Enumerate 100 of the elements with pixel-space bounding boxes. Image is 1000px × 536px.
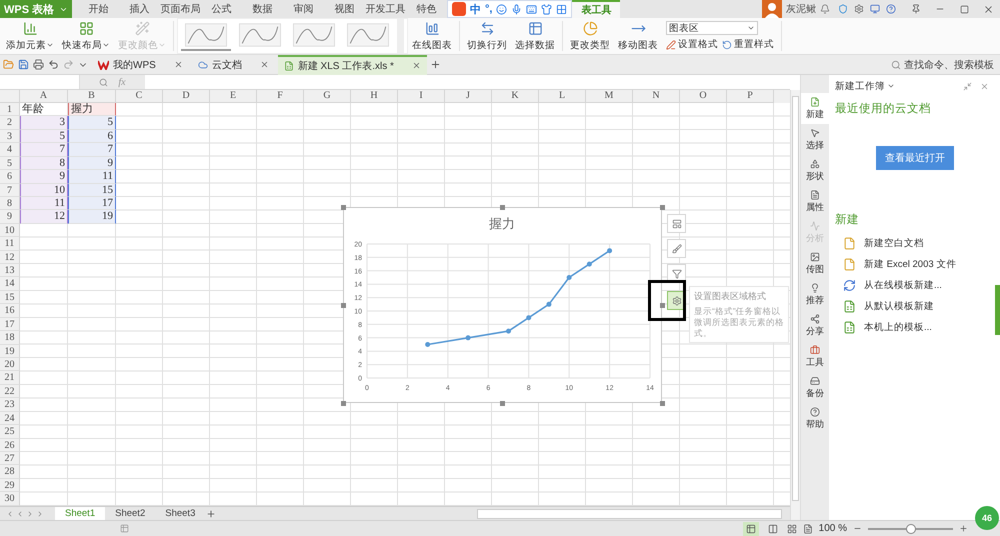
row-header[interactable]: 28	[0, 465, 20, 479]
row-header[interactable]: 14	[0, 277, 20, 291]
undo-icon[interactable]	[47, 58, 59, 70]
side-nav-item[interactable]: 新建	[801, 93, 829, 124]
document-tab[interactable]: 新建 XLS 工作表.xls *	[278, 54, 427, 74]
column-header[interactable]: K	[492, 90, 539, 103]
recent-files-button[interactable]: 查看最近打开	[876, 146, 954, 170]
new-document-link[interactable]: 新建 Excel 2003 文件	[843, 256, 995, 272]
column-header[interactable]: H	[351, 90, 398, 103]
zoom-slider-thumb[interactable]	[906, 524, 916, 534]
menu-tab[interactable]: 公式	[201, 0, 242, 18]
document-tab[interactable]: 云文档	[192, 54, 275, 74]
new-document-link[interactable]: 从在线模板新建...	[843, 277, 995, 293]
side-nav-item[interactable]: 传图	[801, 248, 829, 279]
row-header[interactable]: 6	[0, 170, 20, 184]
sheet-tab[interactable]: Sheet3	[155, 506, 206, 520]
menu-tab[interactable]: 审阅	[283, 0, 324, 18]
side-nav-item[interactable]: 帮助	[801, 403, 829, 434]
chart-style-thumbnail[interactable]	[181, 21, 231, 51]
input-method-toolbar[interactable]: 中 °,	[447, 0, 572, 18]
collapse-handle[interactable]	[995, 285, 1000, 335]
row-header[interactable]: 25	[0, 425, 20, 439]
ribbon-button[interactable]: 在线图表	[408, 18, 456, 54]
row-header[interactable]: 26	[0, 438, 20, 452]
column-header[interactable]: J	[445, 90, 492, 103]
menu-tab[interactable]: 数据	[242, 0, 283, 18]
close-icon[interactable]	[412, 61, 421, 70]
menu-tab[interactable]: 开发工具	[365, 0, 406, 18]
side-nav-item[interactable]: 推荐	[801, 279, 829, 310]
row-header[interactable]: 15	[0, 290, 20, 304]
row-header[interactable]: 7	[0, 184, 20, 197]
menu-tab[interactable]: 视图	[324, 0, 365, 18]
zoom-icon[interactable]	[99, 78, 108, 86]
resize-handle[interactable]	[660, 204, 664, 210]
column-header[interactable]: P	[727, 90, 774, 103]
formula-input[interactable]	[145, 75, 790, 89]
ribbon-button[interactable]: 设置格式	[666, 38, 718, 51]
row-header[interactable]: 5	[0, 156, 20, 170]
row-header[interactable]: 21	[0, 371, 20, 385]
row-header[interactable]: 29	[0, 478, 20, 492]
resize-handle[interactable]	[660, 302, 664, 308]
save-icon[interactable]	[17, 58, 29, 70]
ribbon-button[interactable]: 快速布局	[58, 18, 114, 54]
row-header[interactable]: 27	[0, 452, 20, 466]
avatar[interactable]	[762, 0, 782, 18]
row-header[interactable]: 18	[0, 331, 20, 345]
sheet-tab[interactable]: Sheet1	[55, 506, 106, 520]
column-header[interactable]: D	[163, 90, 210, 103]
ribbon-button[interactable]: 移动图表	[614, 18, 662, 54]
column-header[interactable]: B	[68, 90, 116, 103]
chart-element-select[interactable]: 图表区	[666, 21, 758, 35]
row-header[interactable]: 16	[0, 304, 20, 318]
printer-icon[interactable]	[32, 58, 44, 70]
column-header[interactable]: N	[633, 90, 680, 103]
new-document-link[interactable]: 新建空白文档	[843, 235, 995, 251]
document-tab[interactable]: 我的WPS	[92, 54, 189, 74]
column-header[interactable]: E	[210, 90, 257, 103]
add-tab-icon[interactable]	[430, 58, 442, 70]
row-header[interactable]: 23	[0, 398, 20, 412]
side-nav-item[interactable]: 备份	[801, 372, 829, 403]
column-header[interactable]: A	[20, 90, 68, 103]
row-header[interactable]: 12	[0, 250, 20, 264]
ribbon-button[interactable]: 更改类型	[566, 18, 614, 54]
row-header[interactable]: 24	[0, 412, 20, 426]
resize-handle[interactable]	[660, 400, 664, 406]
new-document-link[interactable]: 本机上的模板...	[843, 319, 995, 335]
resize-handle[interactable]	[500, 204, 505, 210]
view-button[interactable]	[742, 522, 759, 536]
user-name[interactable]: 灰泥鳅	[786, 2, 816, 16]
side-nav-item[interactable]: 分享	[801, 310, 829, 341]
row-header[interactable]: 4	[0, 143, 20, 157]
side-nav-item[interactable]: 选择	[801, 124, 829, 155]
row-header[interactable]: 30	[0, 492, 20, 506]
resize-handle[interactable]	[340, 204, 346, 210]
row-header[interactable]: 8	[0, 196, 20, 210]
new-document-link[interactable]: 从默认模板新建	[843, 298, 995, 314]
punctuation-mode[interactable]: °,	[485, 3, 492, 15]
row-header[interactable]: 9	[0, 210, 20, 224]
row-header[interactable]: 11	[0, 237, 20, 251]
menu-tab[interactable]: 特色	[406, 0, 447, 18]
ribbon-button[interactable]: 重置样式	[722, 38, 774, 51]
row-header[interactable]: 2	[0, 116, 20, 130]
row-header[interactable]: 22	[0, 384, 20, 398]
ribbon-button[interactable]: 选择数据	[511, 18, 559, 54]
resize-handle[interactable]	[340, 400, 346, 406]
row-header[interactable]: 1	[0, 103, 20, 116]
column-header[interactable]: F	[257, 90, 304, 103]
task-pane-title[interactable]: 新建工作簿	[835, 80, 895, 92]
column-header[interactable]: C	[116, 90, 163, 103]
ribbon-button[interactable]: 切换行列	[463, 18, 511, 54]
row-header[interactable]: 19	[0, 344, 20, 358]
close-icon[interactable]	[260, 60, 269, 69]
zoom-level[interactable]: 100 %	[818, 523, 847, 534]
command-search-field[interactable]: 查找命令、搜索模板	[891, 58, 1000, 72]
resize-handle[interactable]	[500, 400, 505, 406]
close-icon[interactable]	[174, 60, 183, 69]
side-nav-item[interactable]: 工具	[801, 341, 829, 372]
column-header[interactable]: G	[304, 90, 351, 103]
menu-tab[interactable]: 表工具	[572, 0, 620, 18]
menu-tab[interactable]: 开始	[78, 0, 119, 18]
